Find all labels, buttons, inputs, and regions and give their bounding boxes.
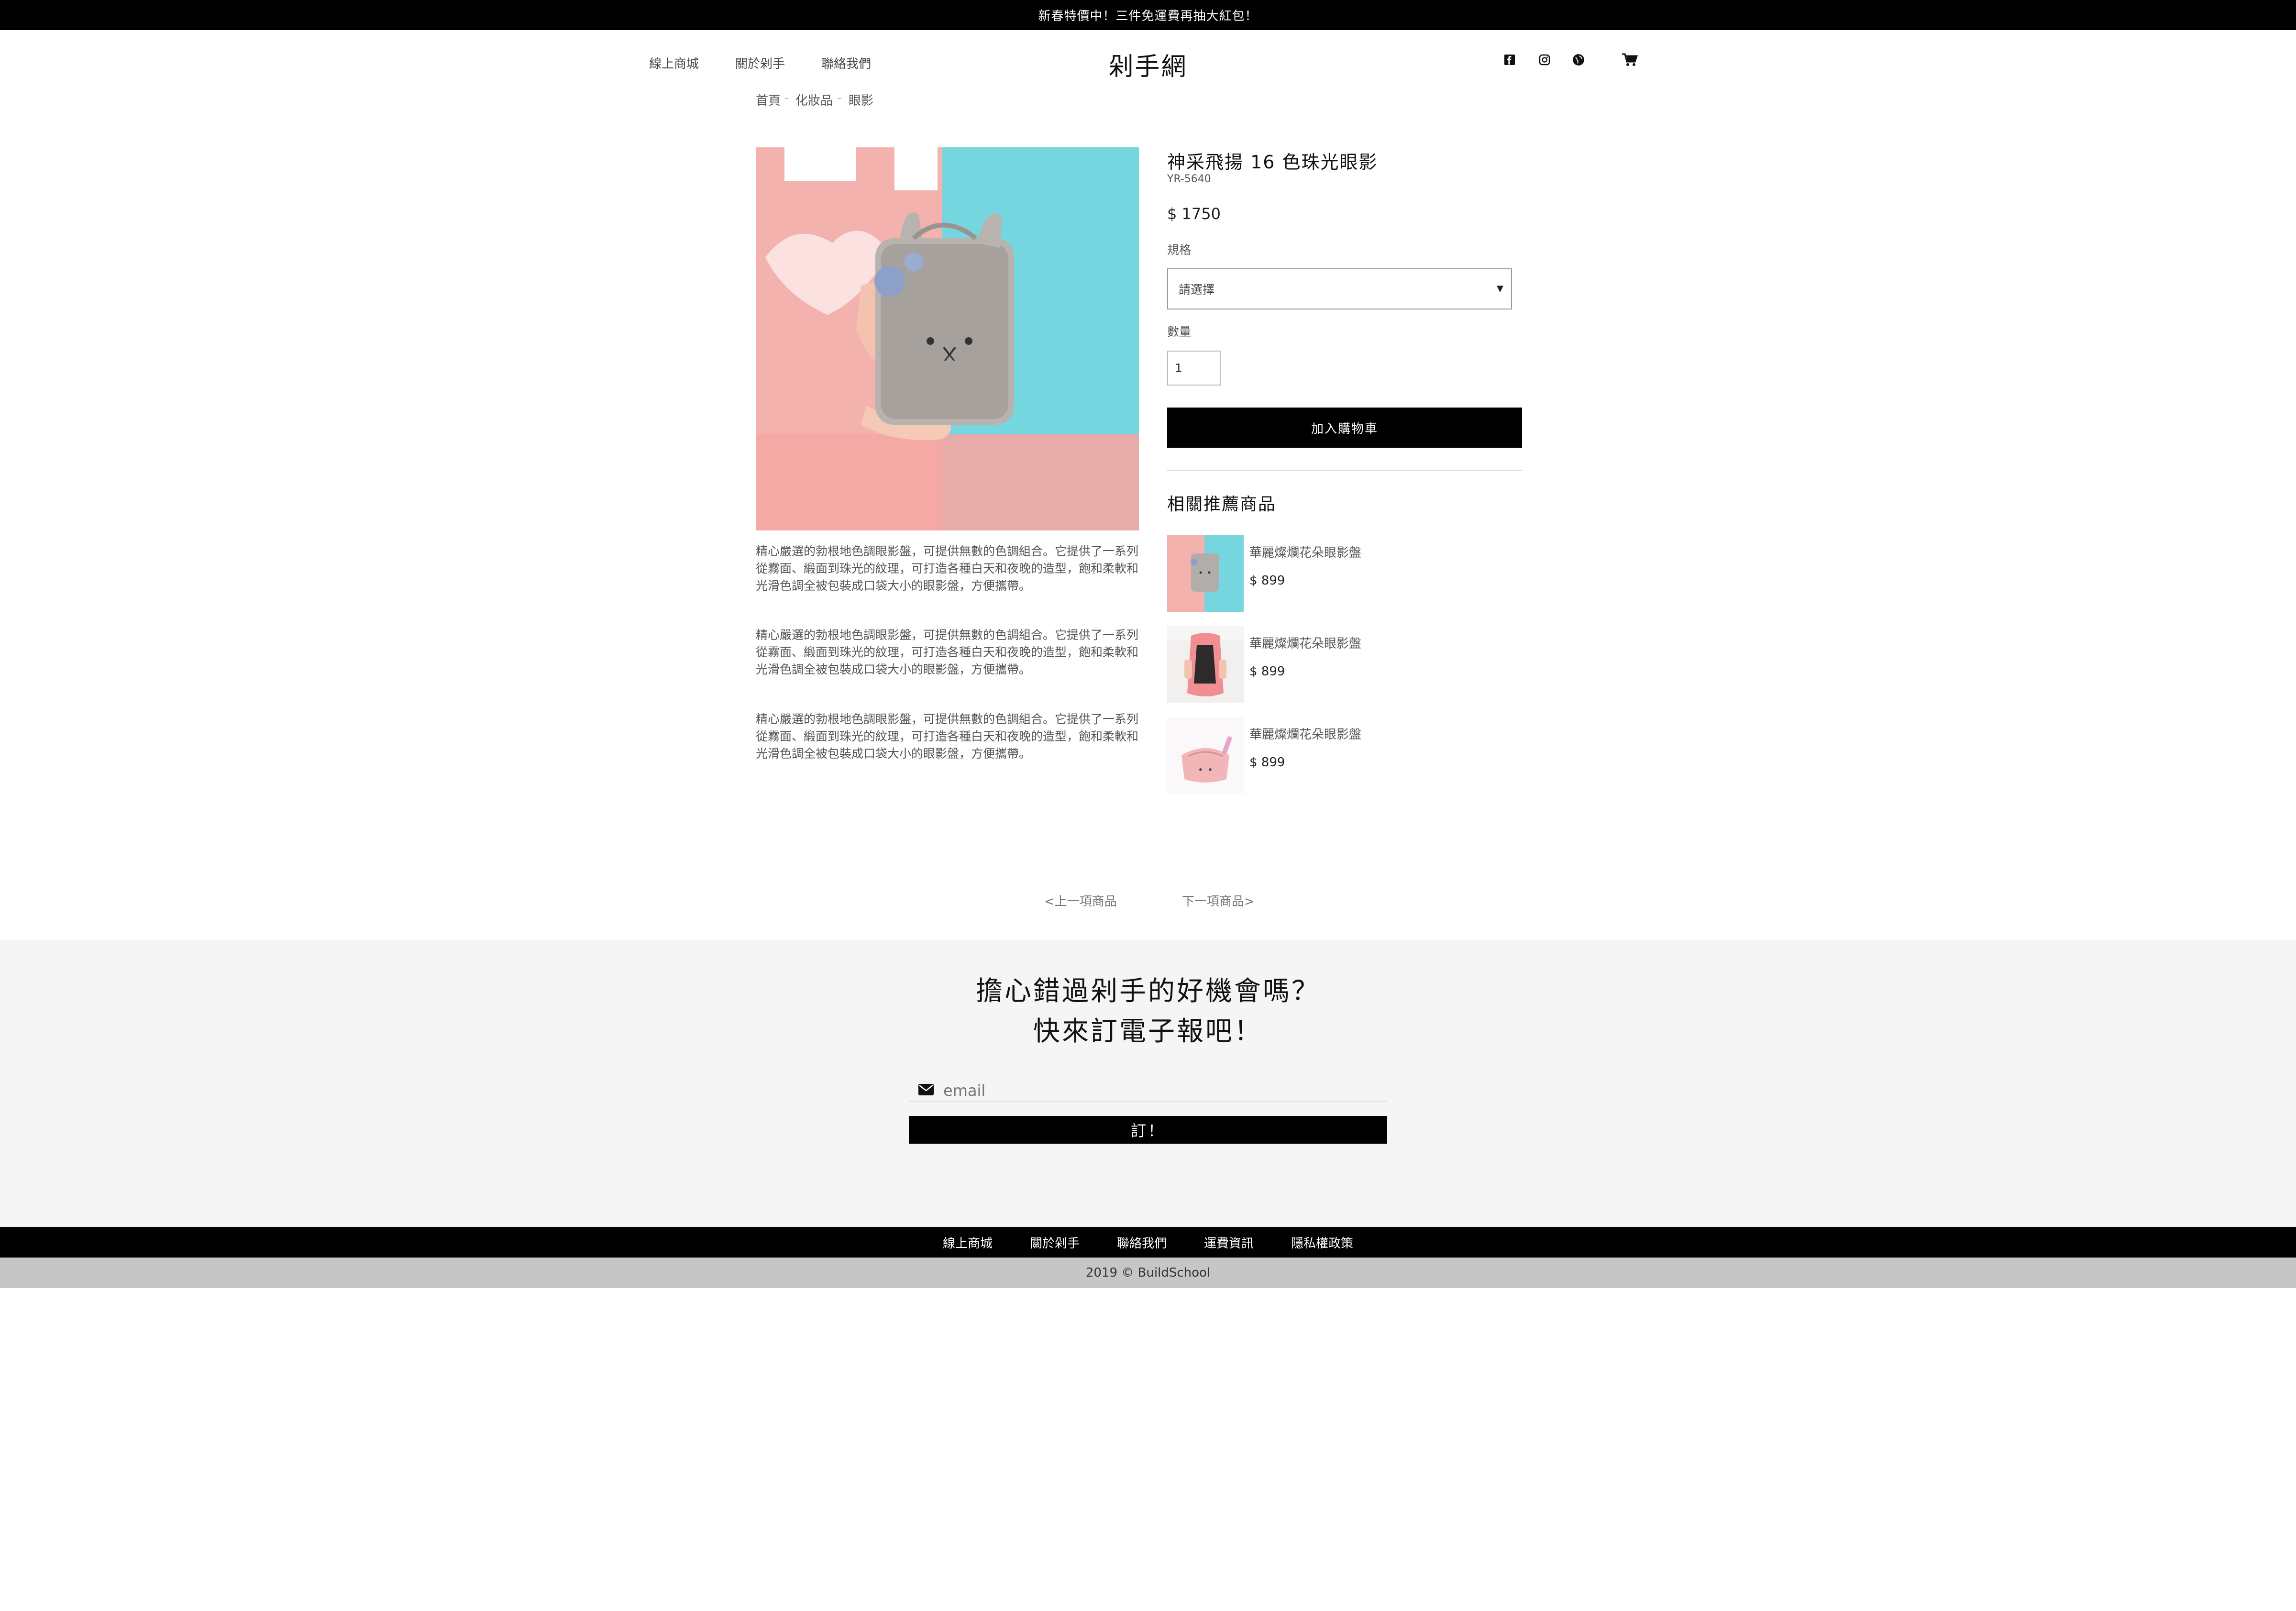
breadcrumb-eyeshadow[interactable]: 眼影 <box>849 91 873 109</box>
related-product-thumbnail <box>1167 626 1244 703</box>
site-logo[interactable]: 剁手網 <box>0 46 2296 82</box>
footer-link-about[interactable]: 關於剁手 <box>1030 1234 1080 1251</box>
spec-label: 規格 <box>1167 243 1192 257</box>
product-title: 神采飛揚 16 色珠光眼影 <box>1167 152 1378 173</box>
related-product-thumbnail <box>1167 717 1244 794</box>
related-product-thumbnail <box>1167 535 1244 612</box>
subscribe-button[interactable]: 訂！ <box>909 1116 1387 1144</box>
email-input[interactable] <box>943 1081 1374 1100</box>
cart-icon[interactable] <box>1621 52 1639 67</box>
newsletter-heading-line2: 快來訂電子報吧！ <box>1033 1016 1263 1047</box>
product-description: 精心嚴選的勃根地色調眼影盤，可提供無數的色調組合。它提供了一系列從霧面、緞面到珠… <box>756 628 1139 676</box>
product-image <box>756 147 1139 530</box>
product-price: $ 1750 <box>1167 205 1221 223</box>
product-description: 精心嚴選的勃根地色調眼影盤，可提供無數的色調組合。它提供了一系列從霧面、緞面到珠… <box>756 712 1139 761</box>
envelope-icon <box>918 1084 934 1097</box>
footer-link-privacy[interactable]: 隱私權政策 <box>1291 1234 1353 1251</box>
footer-link-contact[interactable]: 聯絡我們 <box>1117 1234 1167 1251</box>
globe-icon[interactable] <box>1571 52 1586 67</box>
related-product-price: $ 899 <box>1249 574 1285 588</box>
copyright-text: 2019 © BuildSchool <box>1085 1266 1211 1280</box>
related-products-title: 相關推薦商品 <box>1167 495 1277 514</box>
instagram-icon[interactable] <box>1537 52 1552 67</box>
announcement-text: 新春特價中！三件免運費再抽大紅包！ <box>1038 9 1258 23</box>
add-to-cart-button[interactable]: 加入購物車 <box>1167 408 1522 448</box>
caret-down-icon: ▼ <box>1497 284 1503 294</box>
newsletter-heading-line1: 擔心錯過剁手的好機會嗎？ <box>976 976 1320 1007</box>
related-product-item[interactable]: 華麗燦爛花朵眼影盤 $ 899 <box>1167 535 1522 612</box>
related-product-price: $ 899 <box>1249 664 1285 679</box>
related-product-name: 華麗燦爛花朵眼影盤 <box>1249 546 1362 560</box>
divider <box>1167 470 1522 471</box>
next-product-link[interactable]: 下一項商品> <box>1182 892 1255 909</box>
spec-select[interactable]: 請選擇 ▼ <box>1167 268 1512 309</box>
breadcrumb-home[interactable]: 首頁 <box>756 91 781 109</box>
quantity-value: 1 <box>1175 361 1182 375</box>
footer-link-shop[interactable]: 線上商城 <box>943 1234 993 1251</box>
quantity-input[interactable]: 1 <box>1167 351 1221 386</box>
breadcrumb-separator: - <box>784 91 789 105</box>
facebook-icon[interactable] <box>1502 52 1517 67</box>
breadcrumb-separator: - <box>837 91 842 105</box>
related-product-name: 華麗燦爛花朵眼影盤 <box>1249 728 1362 742</box>
email-field-row <box>909 1077 1387 1102</box>
site-header: 線上商城 關於剁手 聯絡我們 剁手網 <box>0 30 2296 92</box>
announcement-bar: 新春特價中！三件免運費再抽大紅包！ <box>0 0 2296 30</box>
related-product-item[interactable]: 華麗燦爛花朵眼影盤 $ 899 <box>1167 717 1522 794</box>
related-product-name: 華麗燦爛花朵眼影盤 <box>1249 637 1362 651</box>
product-description: 精心嚴選的勃根地色調眼影盤，可提供無數的色調組合。它提供了一系列從霧面、緞面到珠… <box>756 544 1139 593</box>
quantity-label: 數量 <box>1167 325 1192 339</box>
related-product-item[interactable]: 華麗燦爛花朵眼影盤 $ 899 <box>1167 626 1522 703</box>
spec-select-value: 請選擇 <box>1179 283 1215 297</box>
footer-link-shipping[interactable]: 運費資訊 <box>1204 1234 1254 1251</box>
copyright-bar: 2019 © BuildSchool <box>0 1258 2296 1288</box>
product-sku: YR-5640 <box>1167 173 1211 185</box>
footer-nav: 線上商城 關於剁手 聯絡我們 運費資訊 隱私權政策 <box>0 1227 2296 1258</box>
related-product-price: $ 899 <box>1249 755 1285 770</box>
breadcrumb-cosmetics[interactable]: 化妝品 <box>795 91 833 109</box>
previous-product-link[interactable]: <上一項商品 <box>1044 892 1117 909</box>
